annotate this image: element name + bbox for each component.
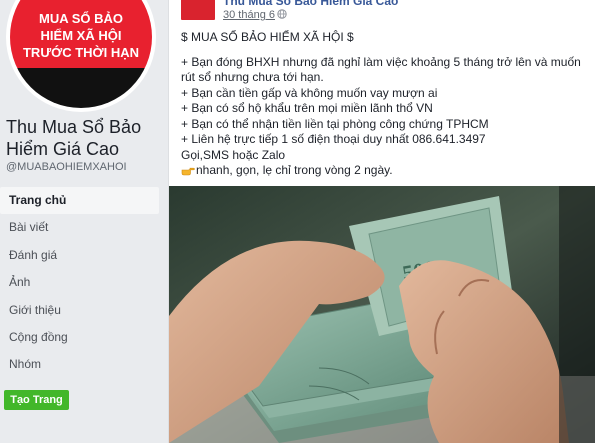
nav-item-reviews[interactable]: Đánh giá bbox=[0, 242, 159, 269]
page-sidebar: MUA SỔ BẢO HIỂM XÃ HỘI TRƯỚC THỜI HẠN Th… bbox=[0, 0, 162, 443]
avatar-line-1: MUA SỔ BẢO bbox=[38, 11, 124, 26]
nav-item-photos[interactable]: Ảnh bbox=[0, 269, 159, 296]
page-title[interactable]: Thu Mua Sổ Bảo Hiểm Giá Cao bbox=[6, 116, 160, 160]
nav-item-about[interactable]: Giới thiệu bbox=[0, 297, 159, 324]
pointing-hand-icon bbox=[181, 167, 195, 176]
post-line: + Bạn đóng BHXH nhưng đã nghỉ làm việc k… bbox=[181, 54, 581, 69]
post-line: Gọi,SMS hoặc Zalo bbox=[181, 147, 286, 162]
nav-item-home[interactable]: Trang chủ bbox=[0, 187, 159, 214]
nav-item-groups[interactable]: Nhóm bbox=[0, 351, 159, 378]
post-line: + Bạn có sổ hộ khẩu trên mọi miền lãnh t… bbox=[181, 101, 433, 115]
page-avatar[interactable]: MUA SỔ BẢO HIỂM XÃ HỘI TRƯỚC THỜI HẠN bbox=[6, 0, 156, 112]
page-avatar-logo: MUA SỔ BẢO HIỂM XÃ HỘI TRƯỚC THỜI HẠN bbox=[10, 0, 152, 108]
post-text: $ MUA SỔ BẢO HIỂM XÃ HỘI $ + Bạn đóng BH… bbox=[181, 30, 591, 179]
money-counting-photo: 500 bbox=[169, 186, 595, 443]
avatar-logo-text: MUA SỔ BẢO HIỂM XÃ HỘI TRƯỚC THỜI HẠN bbox=[20, 10, 142, 61]
page-nav: Trang chủ Bài viết Đánh giá Ảnh Giới thi… bbox=[0, 187, 159, 379]
create-page-button[interactable]: Tạo Trang bbox=[4, 390, 69, 410]
page-username[interactable]: @MUABAOHIEMXAHOI bbox=[6, 161, 127, 173]
post-line: + Bạn cần tiền gấp và không muốn vay mượ… bbox=[181, 85, 438, 100]
post-line-last: nhanh, gọn, lẹ chỉ trong vòng 2 ngày. bbox=[181, 163, 591, 179]
post-author-avatar[interactable] bbox=[181, 0, 215, 20]
post-headline: $ MUA SỔ BẢO HIỂM XÃ HỘI $ bbox=[181, 30, 354, 44]
nav-item-community[interactable]: Cộng đồng bbox=[0, 324, 159, 351]
post-line: rút sổ nhưng chưa tới hạn. bbox=[181, 70, 324, 84]
post-date-text[interactable]: 30 tháng 6 bbox=[223, 9, 275, 21]
post-author-name[interactable]: Thu Mua Sổ Bảo Hiểm Giá Cao bbox=[223, 0, 398, 8]
post-timestamp[interactable]: 30 tháng 6 bbox=[223, 9, 275, 21]
avatar-line-3: TRƯỚC THỜI HẠN bbox=[22, 45, 139, 60]
nav-item-posts[interactable]: Bài viết bbox=[0, 214, 159, 241]
post-card: Thu Mua Sổ Bảo Hiểm Giá Cao 30 tháng 6 $… bbox=[168, 0, 595, 443]
post-closing-text: nhanh, gọn, lẹ chỉ trong vòng 2 ngày. bbox=[196, 163, 393, 177]
post-header: Thu Mua Sổ Bảo Hiểm Giá Cao 30 tháng 6 bbox=[169, 0, 595, 26]
avatar-line-2: HIỂM XÃ HỘI bbox=[40, 28, 122, 43]
post-line: + Bạn có thể nhận tiền liền tại phòng cô… bbox=[181, 116, 489, 131]
post-photo[interactable]: 500 bbox=[169, 186, 595, 443]
post-line: + Liên hệ trực tiếp 1 số điện thoại duy … bbox=[181, 132, 486, 146]
globe-icon bbox=[277, 9, 287, 19]
